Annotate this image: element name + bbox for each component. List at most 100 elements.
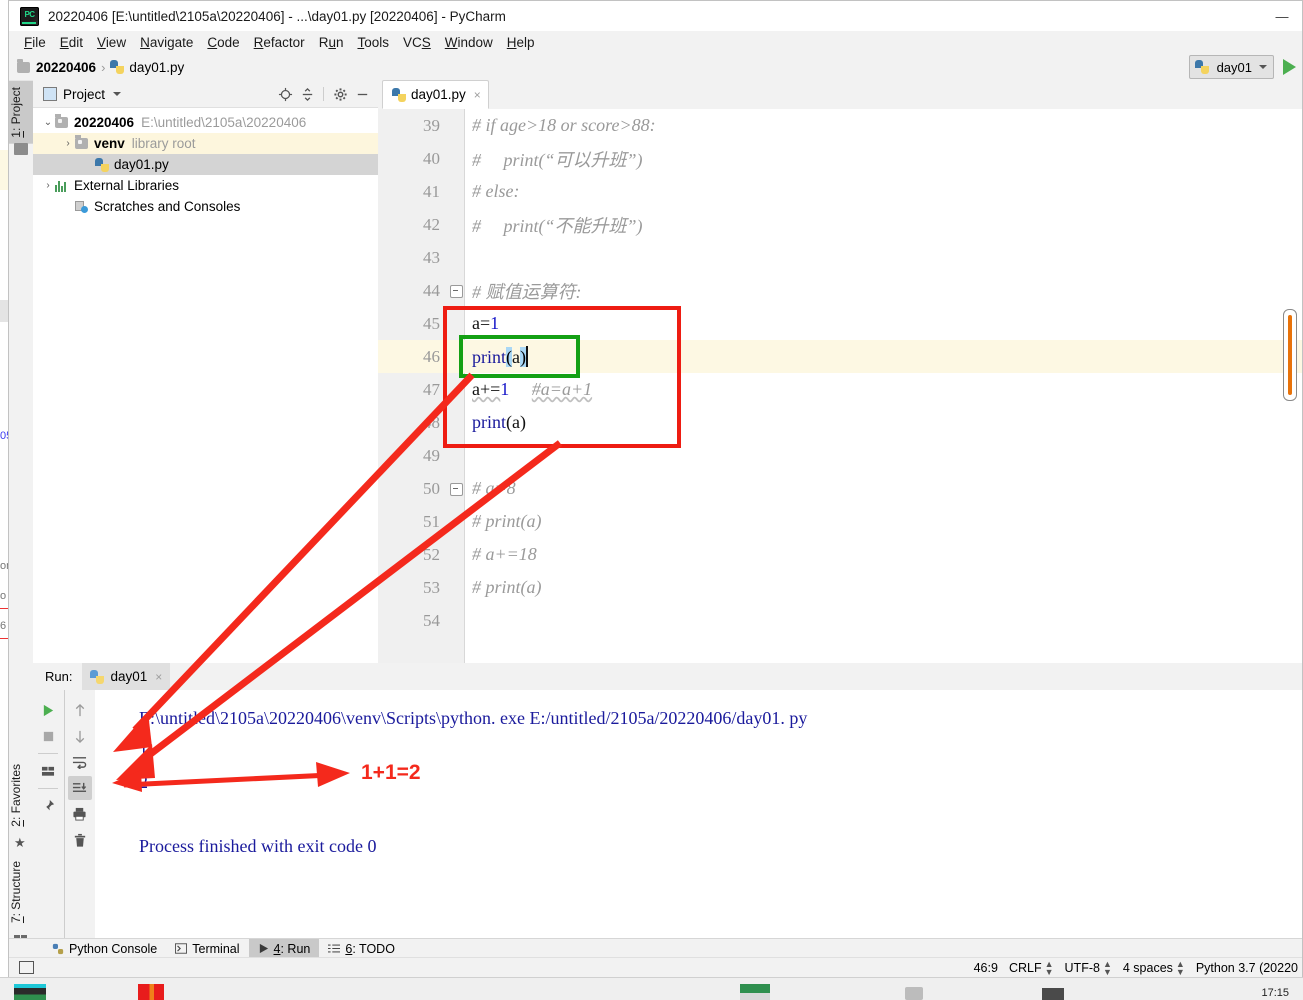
project-panel-header: Project [33,81,378,108]
breadcrumb-project[interactable]: 20220406 [17,58,96,75]
locate-icon[interactable] [275,84,295,104]
code-line-39[interactable]: 39 # if age>18 or score>88: [378,109,1302,142]
project-window-icon [43,87,57,101]
code-line-43[interactable]: 43 [378,241,1302,274]
divider [323,87,324,101]
taskbar-app-icon-3[interactable] [740,984,770,1000]
scroll-to-end-icon[interactable] [67,776,92,800]
chevron-down-icon[interactable] [113,92,122,96]
line-number: 52 [423,544,440,564]
sidebar-tab-structure[interactable]: 7: Structure [9,855,33,929]
tree-item-venv[interactable]: › venv library root [33,133,378,154]
tree-item-scratches-and-consoles[interactable]: Scratches and Consoles [33,196,378,217]
tree-item-day01-py[interactable]: day01.py [33,154,378,175]
menu-item-help[interactable]: Help [500,33,542,52]
taskbar-app-icon-2[interactable] [138,984,164,1000]
print-icon[interactable] [68,802,92,826]
code-line-40[interactable]: 40 # print(“可以升班”) [378,142,1302,175]
favorites-tab-label: : Favorites [9,764,23,821]
menu-item-code[interactable]: Code [200,33,246,52]
status-indicator-icon[interactable] [19,961,34,974]
menu-item-edit[interactable]: Edit [53,33,90,52]
python-interpreter[interactable]: Python 3.7 (20220 [1196,961,1298,975]
caret-position[interactable]: 46:9 [974,961,998,975]
code-line-51[interactable]: 51 # print(a) [378,505,1302,538]
bottom-tab-6-todo[interactable]: 6: TODO [319,939,404,958]
python-file-icon [110,60,125,74]
code-line-45[interactable]: 45 a=1 [378,307,1302,340]
taskbar-app-icon-5[interactable] [1042,988,1064,1000]
code-line-44[interactable]: 44 # 赋值运算符: [378,274,1302,307]
code-text: # if age>18 or score>88: [472,115,656,135]
minimize-button[interactable]: — [1262,1,1302,31]
editor-tab-day01[interactable]: day01.py × [382,80,489,109]
line-number: 43 [423,247,440,267]
tree-item-external-libraries[interactable]: › External Libraries [33,175,378,196]
sidebar-tab-favorites[interactable]: 2: Favorites [9,758,33,833]
structure-tab-num: 7 [9,916,23,923]
up-arrow-icon[interactable] [68,698,92,722]
trash-icon[interactable] [68,828,92,852]
run-tool-window: Run: day01 × E:\untitled\2105a\20220406\… [33,663,1302,939]
code-line-42[interactable]: 42 # print(“不能升班”) [378,208,1302,241]
divider [38,788,59,789]
run-button[interactable] [1283,59,1296,75]
expand-arrow-icon[interactable]: › [41,180,55,191]
code-line-47[interactable]: 47 a+=1 #a=a+1 [378,373,1302,406]
pin-icon[interactable] [36,794,60,818]
run-actions-left [33,690,64,939]
editor-body[interactable]: 39 # if age>18 or score>88: 40 # print(“可以升… [378,109,1302,663]
pycharm-logo-icon [20,6,39,26]
rerun-icon[interactable] [36,698,60,722]
code-line-50[interactable]: 50 # a=8 [378,472,1302,505]
menu-item-file[interactable]: File [17,33,53,52]
python-config-icon [1194,60,1209,74]
tree-item-label: Scratches and Consoles [94,199,241,214]
bottom-tab-label: Python Console [69,941,158,956]
menu-item-window[interactable]: Window [438,33,500,52]
code-line-54[interactable]: 54 [378,604,1302,637]
close-icon[interactable]: × [474,88,481,102]
expand-arrow-icon[interactable]: ⌄ [41,117,55,128]
bottom-tab-terminal[interactable]: Terminal [166,939,248,958]
expand-arrow-icon[interactable]: › [61,138,75,149]
run-console-output[interactable]: E:\untitled\2105a\20220406\venv\Scripts\… [95,690,1302,939]
divider [38,753,59,754]
code-line-41[interactable]: 41 # else: [378,175,1302,208]
collapse-all-icon[interactable] [297,84,317,104]
sidebar-tab-project[interactable]: 1: Project [9,81,33,144]
taskbar-app-icon-4[interactable] [905,987,923,1000]
run-configuration-selector[interactable]: day01 [1188,55,1274,79]
code-line-48[interactable]: 48 print(a) [378,406,1302,439]
encoding[interactable]: UTF-8 ▲ ▼ [1065,959,1112,976]
project-tool-window: Project ⌄ 20220406 E:\untitled\2105a\202… [33,81,379,663]
menu-item-run[interactable]: Run [312,33,351,52]
stop-icon[interactable] [36,724,60,748]
tree-item-20220406[interactable]: ⌄ 20220406 E:\untitled\2105a\20220406 [33,112,378,133]
line-separator[interactable]: CRLF ▲ ▼ [1009,959,1054,976]
code-line-46[interactable]: 46 print(a) [378,340,1302,373]
code-line-52[interactable]: 52 # a+=18 [378,538,1302,571]
code-line-49[interactable]: 49 [378,439,1302,472]
editor-scrollbar[interactable] [1283,309,1297,401]
fold-marker[interactable] [448,283,464,299]
taskbar-app-icon-1[interactable] [14,984,46,1000]
menu-item-view[interactable]: View [90,33,133,52]
hide-icon[interactable] [352,84,372,104]
breadcrumb-file[interactable]: day01.py [110,60,184,75]
menu-item-refactor[interactable]: Refactor [247,33,312,52]
bottom-tab-4-run[interactable]: 4: Run [248,939,320,958]
layout-icon[interactable] [36,759,60,783]
settings-gear-icon[interactable] [330,84,350,104]
code-line-53[interactable]: 53 # print(a) [378,571,1302,604]
run-tab-day01[interactable]: day01 × [82,663,171,690]
down-arrow-icon[interactable] [68,724,92,748]
menu-item-navigate[interactable]: Navigate [133,33,200,52]
fold-marker[interactable] [448,481,464,497]
bottom-tab-python-console[interactable]: Python Console [43,939,166,958]
menu-item-vcs[interactable]: VCS [396,33,438,52]
menu-item-tools[interactable]: Tools [350,33,396,52]
soft-wrap-icon[interactable] [68,750,92,774]
indent-setting[interactable]: 4 spaces ▲ ▼ [1123,959,1185,976]
close-icon[interactable]: × [155,670,162,684]
